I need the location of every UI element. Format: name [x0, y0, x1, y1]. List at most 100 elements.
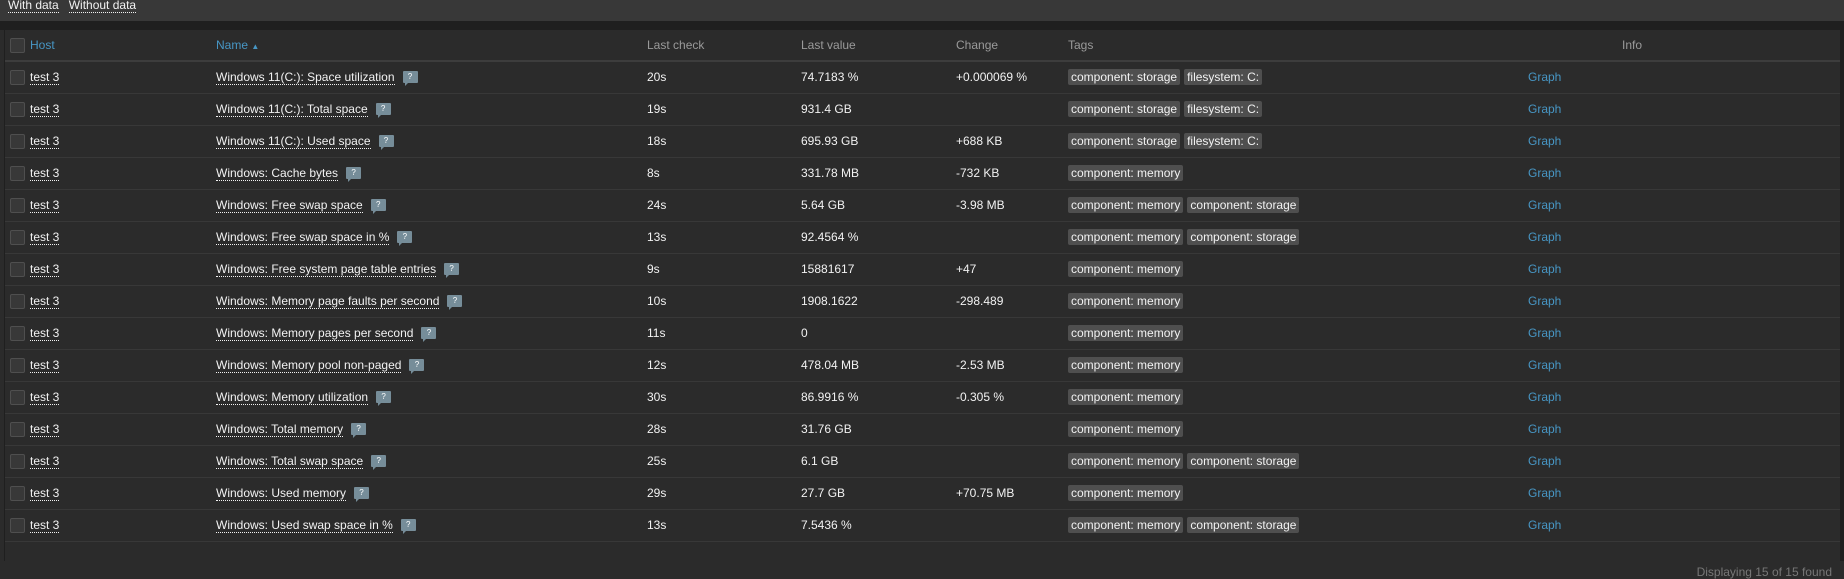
description-hint-icon[interactable]: ? [409, 359, 424, 371]
graph-link[interactable]: Graph [1528, 326, 1561, 340]
graph-link[interactable]: Graph [1528, 166, 1561, 180]
graph-link[interactable]: Graph [1528, 230, 1561, 244]
graph-link[interactable]: Graph [1528, 70, 1561, 84]
item-name-link[interactable]: Windows: Memory page faults per second [216, 294, 439, 309]
tag-badge[interactable]: component: memory [1068, 197, 1183, 213]
graph-link[interactable]: Graph [1528, 102, 1561, 116]
tag-badge[interactable]: component: storage [1187, 517, 1299, 533]
host-link[interactable]: test 3 [30, 518, 59, 533]
graph-link[interactable]: Graph [1528, 486, 1561, 500]
description-hint-icon[interactable]: ? [447, 295, 462, 307]
graph-link[interactable]: Graph [1528, 262, 1561, 276]
tag-badge[interactable]: component: memory [1068, 293, 1183, 309]
host-link[interactable]: test 3 [30, 326, 59, 341]
host-link[interactable]: test 3 [30, 486, 59, 501]
graph-link[interactable]: Graph [1528, 390, 1561, 404]
item-name-link[interactable]: Windows: Memory pages per second [216, 326, 413, 341]
graph-link[interactable]: Graph [1528, 518, 1561, 532]
item-name-link[interactable]: Windows: Cache bytes [216, 166, 338, 181]
description-hint-icon[interactable]: ? [346, 167, 361, 179]
item-name-link[interactable]: Windows: Free swap space [216, 198, 363, 213]
graph-link[interactable]: Graph [1528, 422, 1561, 436]
tag-badge[interactable]: component: memory [1068, 453, 1183, 469]
host-link[interactable]: test 3 [30, 134, 59, 149]
tag-badge[interactable]: component: memory [1068, 485, 1183, 501]
graph-link[interactable]: Graph [1528, 134, 1561, 148]
row-checkbox[interactable] [10, 230, 25, 245]
host-link[interactable]: test 3 [30, 70, 59, 85]
item-name-link[interactable]: Windows: Used swap space in % [216, 518, 393, 533]
item-name-link[interactable]: Windows 11(C:): Space utilization [216, 70, 395, 85]
description-hint-icon[interactable]: ? [376, 391, 391, 403]
tag-badge[interactable]: component: storage [1187, 229, 1299, 245]
tag-badge[interactable]: component: memory [1068, 357, 1183, 373]
tag-badge[interactable]: component: memory [1068, 229, 1183, 245]
tag-badge[interactable]: filesystem: C: [1184, 69, 1262, 85]
row-checkbox[interactable] [10, 454, 25, 469]
row-checkbox[interactable] [10, 422, 25, 437]
host-link[interactable]: test 3 [30, 102, 59, 117]
host-link[interactable]: test 3 [30, 422, 59, 437]
item-name-link[interactable]: Windows 11(C:): Total space [216, 102, 368, 117]
host-link[interactable]: test 3 [30, 294, 59, 309]
item-name-link[interactable]: Windows: Free swap space in % [216, 230, 389, 245]
row-checkbox[interactable] [10, 70, 25, 85]
row-checkbox[interactable] [10, 326, 25, 341]
description-hint-icon[interactable]: ? [371, 199, 386, 211]
description-hint-icon[interactable]: ? [397, 231, 412, 243]
tag-badge[interactable]: component: memory [1068, 165, 1183, 181]
host-link[interactable]: test 3 [30, 454, 59, 469]
host-column-header[interactable]: Host [30, 30, 216, 61]
description-hint-icon[interactable]: ? [376, 103, 391, 115]
select-all-checkbox[interactable] [10, 38, 25, 53]
row-checkbox[interactable] [10, 102, 25, 117]
host-sort-link[interactable]: Host [30, 38, 55, 52]
row-checkbox[interactable] [10, 166, 25, 181]
tag-badge[interactable]: component: memory [1068, 421, 1183, 437]
row-checkbox[interactable] [10, 198, 25, 213]
row-checkbox[interactable] [10, 358, 25, 373]
row-checkbox[interactable] [10, 390, 25, 405]
host-link[interactable]: test 3 [30, 390, 59, 405]
graph-link[interactable]: Graph [1528, 294, 1561, 308]
graph-link[interactable]: Graph [1528, 358, 1561, 372]
tag-badge[interactable]: component: storage [1068, 133, 1180, 149]
item-name-link[interactable]: Windows: Total memory [216, 422, 343, 437]
tag-badge[interactable]: component: storage [1187, 453, 1299, 469]
host-link[interactable]: test 3 [30, 262, 59, 277]
row-checkbox[interactable] [10, 294, 25, 309]
tag-badge[interactable]: component: storage [1187, 197, 1299, 213]
row-checkbox[interactable] [10, 486, 25, 501]
tag-badge[interactable]: component: memory [1068, 389, 1183, 405]
host-link[interactable]: test 3 [30, 166, 59, 181]
tag-badge[interactable]: filesystem: C: [1184, 101, 1262, 117]
host-link[interactable]: test 3 [30, 230, 59, 245]
with-data-link[interactable]: With data [8, 0, 59, 13]
tag-badge[interactable]: component: memory [1068, 325, 1183, 341]
description-hint-icon[interactable]: ? [379, 135, 394, 147]
tag-badge[interactable]: component: memory [1068, 261, 1183, 277]
host-link[interactable]: test 3 [30, 358, 59, 373]
name-column-header[interactable]: Name ▲ [216, 30, 647, 61]
description-hint-icon[interactable]: ? [354, 487, 369, 499]
without-data-link[interactable]: Without data [69, 0, 136, 13]
name-sort-link[interactable]: Name [216, 38, 248, 52]
tag-badge[interactable]: filesystem: C: [1184, 133, 1262, 149]
description-hint-icon[interactable]: ? [444, 263, 459, 275]
description-hint-icon[interactable]: ? [403, 71, 418, 83]
row-checkbox[interactable] [10, 262, 25, 277]
tag-badge[interactable]: component: memory [1068, 517, 1183, 533]
item-name-link[interactable]: Windows: Used memory [216, 486, 346, 501]
tag-badge[interactable]: component: storage [1068, 69, 1180, 85]
item-name-link[interactable]: Windows: Memory utilization [216, 390, 368, 405]
item-name-link[interactable]: Windows: Memory pool non-paged [216, 358, 401, 373]
tag-badge[interactable]: component: storage [1068, 101, 1180, 117]
item-name-link[interactable]: Windows 11(C:): Used space [216, 134, 371, 149]
description-hint-icon[interactable]: ? [351, 423, 366, 435]
description-hint-icon[interactable]: ? [371, 455, 386, 467]
host-link[interactable]: test 3 [30, 198, 59, 213]
graph-link[interactable]: Graph [1528, 198, 1561, 212]
item-name-link[interactable]: Windows: Free system page table entries [216, 262, 436, 277]
description-hint-icon[interactable]: ? [401, 519, 416, 531]
row-checkbox[interactable] [10, 134, 25, 149]
